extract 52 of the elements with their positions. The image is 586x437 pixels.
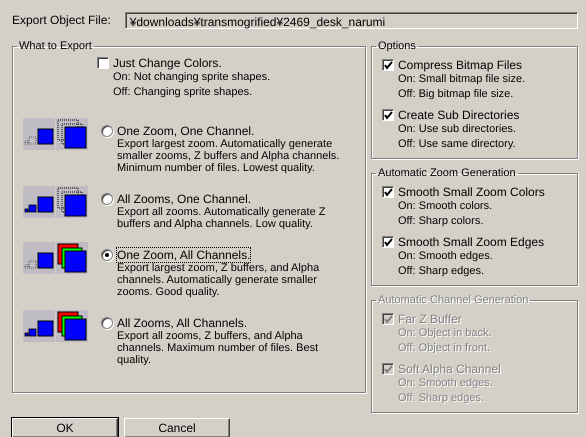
zoom-levels-icon: [23, 186, 55, 218]
dialog-button[interactable]: Cancel: [124, 418, 230, 437]
option-description: Export all zooms. Automatically generate Z buffers and Alpha channels. Low quality.: [116, 206, 326, 230]
option-hint: Off: Changing sprite shapes.: [112, 85, 254, 100]
checkbox-label[interactable]: Create Sub Directories: [398, 108, 520, 122]
radio-button[interactable]: [101, 193, 113, 205]
single-zoom-icon: [23, 242, 55, 274]
option-hint: Off: Use same directory.: [397, 137, 517, 152]
option-hint: Off: Big bitmap file size.: [397, 87, 514, 102]
radio-button[interactable]: [101, 317, 113, 329]
option-hint: On: Not changing sprite shapes.: [112, 70, 272, 85]
group-title: Automatic Zoom Generation: [377, 167, 517, 179]
checkbox-label[interactable]: Compress Bitmap Files: [398, 58, 522, 72]
color-layers-icon: [56, 310, 88, 342]
option-hint: On: Smooth edges.: [397, 249, 494, 264]
field-label: Export Object File:: [12, 13, 111, 27]
option-hint: Off: Sharp edges.: [397, 264, 486, 279]
group-title: Automatic Channel Generation: [377, 294, 530, 306]
option-hint: On: Use sub directories.: [397, 122, 517, 137]
single-layer-icon: [56, 186, 88, 218]
file-path-field[interactable]: ¥downloads¥transmogrified¥2469_desk_narumi: [124, 12, 578, 28]
checkbox-label[interactable]: Smooth Small Zoom Colors: [398, 185, 545, 199]
radio-label[interactable]: One Zoom, All Channels.: [117, 248, 250, 262]
dialog-button[interactable]: OK: [12, 418, 118, 437]
checkbox-label[interactable]: Smooth Small Zoom Edges: [398, 235, 544, 249]
checkbox[interactable]: [382, 236, 394, 248]
checkbox[interactable]: [382, 186, 394, 198]
single-layer-icon: [56, 118, 88, 150]
zoom-levels-icon: [23, 310, 55, 342]
option-hint: On: Smooth colors.: [397, 199, 494, 214]
checkbox[interactable]: [382, 109, 394, 121]
group-title: What to Export: [18, 40, 93, 52]
option-description: Export all zooms, Z buffers, and Alpha channels. Maximum number of files. Best quality.: [116, 330, 318, 366]
radio-label[interactable]: One Zoom, One Channel.: [117, 124, 254, 138]
radio-label[interactable]: All Zooms, All Channels.: [117, 316, 248, 330]
option-hint: On: Smooth edges.: [397, 376, 494, 391]
option-hint: Off: Sharp edges.: [397, 391, 486, 406]
option-description: Export largest zoom. Automatically generate smaller zooms, Z buffers and Alpha channels. Minimum number of files. Lowest quality.: [116, 138, 340, 174]
radio-button[interactable]: [101, 125, 113, 137]
option-hint: On: Small bitmap file size.: [397, 72, 526, 87]
checkbox[interactable]: [97, 57, 109, 69]
checkbox-label[interactable]: Just Change Colors.: [113, 56, 222, 70]
radio-label[interactable]: All Zooms, One Channel.: [117, 192, 252, 206]
option-description: Export largest zoom, Z buffers, and Alpha channels. Automatically generate smaller zooms. Good quality.: [116, 262, 320, 298]
option-hint: On: Object in back.: [397, 326, 493, 341]
option-hint: Off: Object in front.: [397, 341, 492, 356]
checkbox[interactable]: [382, 59, 394, 71]
radio-button[interactable]: [101, 249, 113, 261]
group-title: Options: [377, 40, 417, 52]
option-hint: Off: Sharp colors.: [397, 214, 484, 229]
single-zoom-icon: [23, 118, 55, 150]
color-layers-icon: [56, 242, 88, 274]
